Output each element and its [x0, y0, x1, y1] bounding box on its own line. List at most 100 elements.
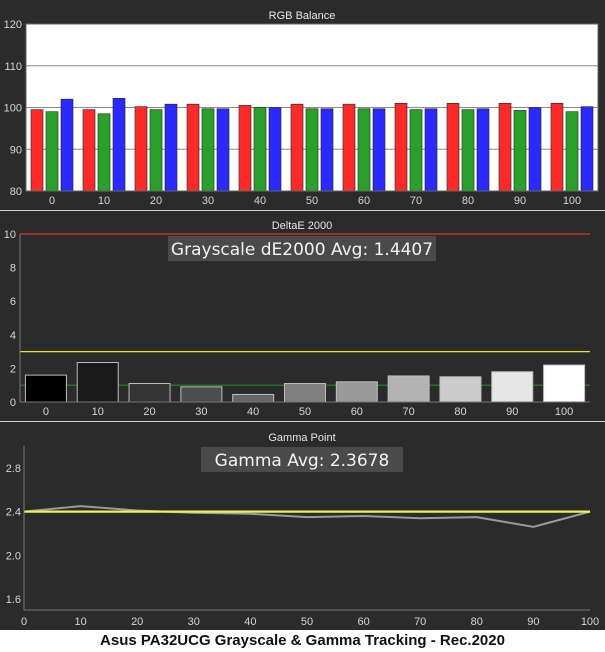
delta-x-tick-label: 100 — [555, 406, 573, 418]
delta-y-tick-label: 10 — [4, 229, 16, 241]
delta-x-tick-label: 80 — [454, 406, 466, 418]
delta-average-annotation: Grayscale dE2000 Avg: 1.4407 — [171, 240, 433, 260]
rgb-bar-red — [134, 106, 148, 192]
rgb-bar-green — [357, 108, 371, 192]
rgb-y-tick-label: 110 — [4, 61, 22, 73]
rgb-y-tick-label: 90 — [10, 144, 22, 156]
rgb-y-tick-label: 80 — [10, 186, 22, 198]
rgb-bar-red — [82, 109, 96, 192]
rgb-bar-blue — [320, 108, 334, 192]
rgb-bar-blue — [476, 108, 490, 192]
delta-bar — [284, 383, 326, 403]
gamma-x-tick-label: 70 — [414, 616, 426, 628]
gamma-x-tick-label: 100 — [581, 616, 599, 628]
rgb-x-tick-label: 90 — [514, 195, 526, 207]
rgb-y-tick-label: 100 — [4, 103, 22, 115]
rgb-x-tick-label: 0 — [49, 195, 55, 207]
delta-x-tick-label: 70 — [403, 406, 415, 418]
delta-x-tick-label: 60 — [351, 406, 363, 418]
rgb-bar-blue — [164, 103, 178, 192]
gamma-average-annotation: Gamma Avg: 2.3678 — [215, 451, 390, 471]
rgb-bar-blue — [424, 108, 438, 192]
rgb-x-tick-label: 70 — [410, 195, 422, 207]
rgb-bar-green — [513, 110, 527, 192]
rgb-x-tick-label: 10 — [98, 195, 110, 207]
rgb-y-tick-label: 120 — [4, 19, 22, 31]
rgb-bar-blue — [580, 106, 594, 192]
gamma-x-tick-label: 90 — [527, 616, 539, 628]
delta-chart-title: DeltaE 2000 — [272, 220, 333, 232]
rgb-bar-blue — [372, 108, 386, 192]
gamma-x-tick-label: 80 — [471, 616, 483, 628]
rgb-bar-green — [253, 107, 267, 192]
rgb-bar-red — [30, 109, 44, 192]
rgb-bar-green — [97, 113, 111, 192]
delta-x-tick-label: 20 — [143, 406, 155, 418]
rgb-bar-red — [394, 103, 408, 192]
delta-x-tick-label: 50 — [299, 406, 311, 418]
delta-bar — [24, 374, 67, 403]
rgb-x-tick-label: 100 — [563, 195, 581, 207]
delta-y-tick-label: 6 — [10, 296, 16, 308]
gamma-x-tick-label: 30 — [188, 616, 200, 628]
rgb-bar-red — [186, 103, 200, 192]
report-caption: Asus PA32UCG Grayscale & Gamma Tracking … — [0, 630, 605, 652]
gamma-x-tick-label: 10 — [74, 616, 86, 628]
rgb-bar-green — [149, 109, 163, 192]
delta-bar — [439, 376, 482, 403]
gamma-x-tick-label: 0 — [21, 616, 27, 628]
rgb-bar-blue — [528, 107, 542, 192]
delta-bar — [128, 383, 171, 403]
delta-bar — [335, 381, 378, 403]
gamma-y-tick-label: 2.4 — [6, 507, 21, 519]
rgb-x-tick-label: 20 — [150, 195, 162, 207]
delta-bar — [232, 393, 275, 403]
rgb-x-tick-label: 80 — [462, 195, 474, 207]
rgb-bar-blue — [60, 98, 74, 192]
delta-bar — [180, 386, 223, 403]
delta-x-tick-label: 30 — [195, 406, 207, 418]
gamma-x-tick-label: 50 — [301, 616, 313, 628]
gamma-x-tick-label: 60 — [357, 616, 369, 628]
rgb-bar-red — [290, 103, 304, 192]
delta-y-tick-label: 0 — [10, 397, 16, 409]
rgb-bar-blue — [216, 108, 230, 192]
rgb-x-tick-label: 30 — [202, 195, 214, 207]
delta-y-tick-label: 2 — [10, 363, 16, 375]
gamma-y-tick-label: 2.8 — [6, 463, 21, 475]
rgb-bar-blue — [268, 107, 282, 192]
rgb-bar-green — [461, 109, 475, 192]
delta-x-tick-label: 90 — [506, 406, 518, 418]
gamma-chart-title: Gamma Point — [268, 432, 335, 444]
delta-y-tick-label: 4 — [10, 330, 16, 342]
delta-bar — [543, 364, 586, 403]
rgb-bar-blue — [112, 98, 126, 192]
rgb-bar-red — [238, 105, 252, 192]
rgb-bar-red — [498, 103, 512, 192]
delta-x-tick-label: 10 — [92, 406, 104, 418]
rgb-bar-red — [550, 103, 564, 192]
delta-bar — [387, 375, 430, 403]
charts-canvas: RGB Balance80901001101200 10 20 30 40 50 60 70 8… — [0, 0, 605, 630]
delta-x-tick-label: 0 — [43, 406, 49, 418]
rgb-bar-green — [201, 108, 215, 192]
gamma-x-tick-label: 40 — [244, 616, 256, 628]
gamma-x-tick-label: 20 — [131, 616, 143, 628]
rgb-chart-title: RGB Balance — [269, 10, 336, 22]
delta-x-tick-label: 40 — [247, 406, 259, 418]
gamma-y-tick-label: 1.6 — [6, 594, 21, 606]
rgb-x-tick-label: 60 — [358, 195, 370, 207]
rgb-x-tick-label: 40 — [254, 195, 266, 207]
rgb-x-tick-label: 50 — [306, 195, 318, 207]
rgb-bar-green — [305, 108, 319, 192]
rgb-bar-green — [409, 109, 423, 192]
rgb-bar-green — [45, 111, 59, 192]
rgb-bar-red — [446, 103, 460, 192]
rgb-bar-green — [565, 111, 579, 192]
gamma-y-tick-label: 2.0 — [6, 550, 21, 562]
delta-bar — [76, 362, 119, 403]
delta-y-tick-label: 8 — [10, 263, 16, 275]
delta-bar — [491, 371, 534, 403]
rgb-bar-red — [342, 103, 356, 192]
calibration-report: RGB Balance 80 90 100 110 120 0 10 20 30 40 50 60 70 8… — [0, 0, 605, 652]
